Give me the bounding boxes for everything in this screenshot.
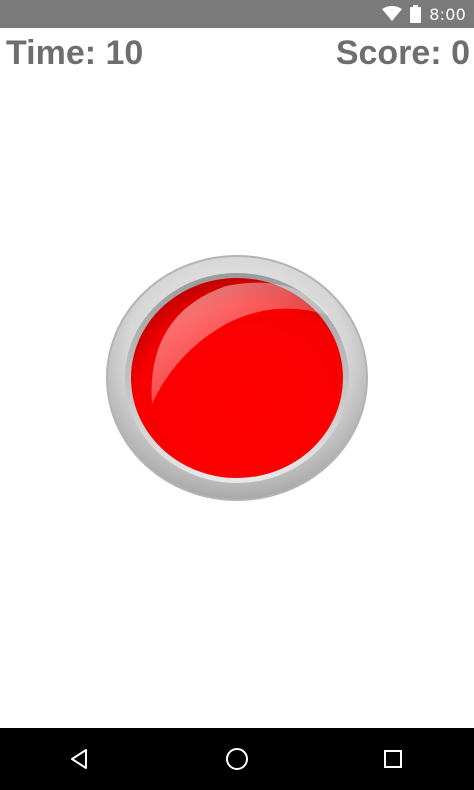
status-icons: 8:00 xyxy=(382,0,466,28)
red-push-button[interactable] xyxy=(106,254,368,502)
score-label: Score: 0 xyxy=(335,34,470,72)
wifi-icon xyxy=(382,6,403,22)
red-button-icon xyxy=(106,255,368,501)
back-button[interactable] xyxy=(62,742,96,776)
back-icon xyxy=(71,749,87,769)
recents-icon xyxy=(384,750,402,768)
time-label: Time: 10 xyxy=(6,34,144,72)
home-button[interactable] xyxy=(220,742,254,776)
recents-button[interactable] xyxy=(376,742,410,776)
navigation-bar xyxy=(0,728,474,790)
battery-icon xyxy=(410,5,422,23)
status-bar: 8:00 xyxy=(0,0,474,28)
status-clock: 8:00 xyxy=(429,4,466,24)
game-area xyxy=(0,84,474,728)
phone-screen: 8:00 Time: 10 Score: 0 xyxy=(0,0,474,790)
home-icon xyxy=(226,748,248,770)
game-hud: Time: 10 Score: 0 xyxy=(0,32,474,80)
